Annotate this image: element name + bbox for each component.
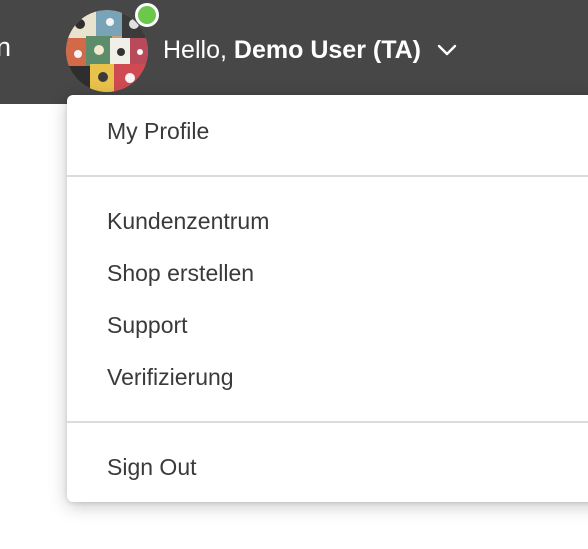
top-navigation-bar: n Hello, Demo User (TA) [0,0,588,104]
user-dropdown-menu: My Profile Kundenzentrum Shop erstellen … [67,95,588,502]
menu-item-sign-out[interactable]: Sign Out [107,452,197,482]
menu-item-my-profile[interactable]: My Profile [107,116,209,146]
user-menu-toggle[interactable]: Hello, Demo User (TA) [163,34,457,66]
user-name: Demo User (TA) [233,36,421,64]
truncated-nav-text[interactable]: n [0,30,11,64]
menu-item-kundenzentrum[interactable]: Kundenzentrum [107,206,269,236]
avatar-icon [66,10,148,92]
menu-divider [67,421,588,423]
user-avatar[interactable] [66,10,148,92]
menu-item-support[interactable]: Support [107,310,188,340]
greeting-text: Hello, [163,36,227,64]
menu-divider [67,175,588,177]
chevron-down-icon [437,44,457,56]
menu-item-shop-erstellen[interactable]: Shop erstellen [107,258,254,288]
menu-item-verifizierung[interactable]: Verifizierung [107,362,234,392]
online-status-indicator [135,3,159,27]
